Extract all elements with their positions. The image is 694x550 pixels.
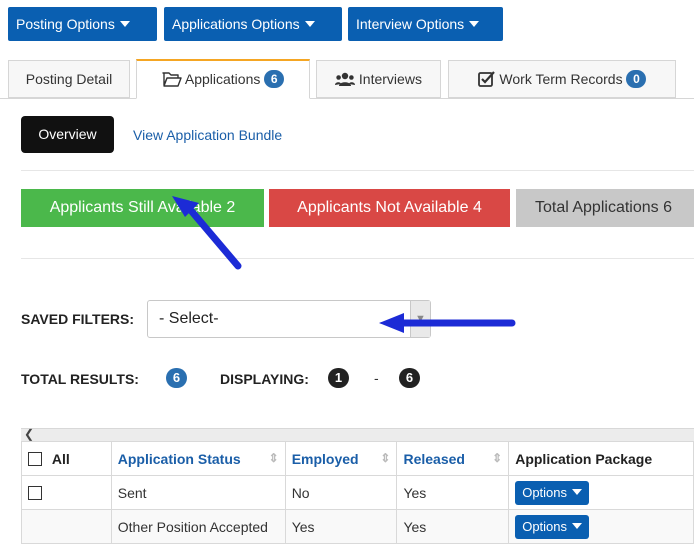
interview-options-button[interactable]: Interview Options xyxy=(348,7,503,41)
select-all-checkbox[interactable] xyxy=(28,451,42,466)
sort-icon: ⇕ xyxy=(492,450,503,465)
divider xyxy=(21,170,694,171)
employed-cell: Yes xyxy=(284,509,398,544)
overview-button[interactable]: Overview xyxy=(21,116,114,153)
caret-down-icon xyxy=(304,21,315,27)
table-header-row: All Application Status ⇕ Employed ⇕ Releas… xyxy=(21,441,694,476)
total-results-label: TOTAL RESULTS: xyxy=(21,371,139,387)
total-applications-button[interactable]: Total Applications 6 xyxy=(516,189,694,227)
displaying-separator: - xyxy=(374,370,379,386)
applicants-still-available-button[interactable]: Applicants Still Available 2 xyxy=(21,189,264,227)
tab-label: Interviews xyxy=(358,71,422,87)
caret-down-icon xyxy=(572,488,583,495)
released-cell: Yes xyxy=(396,475,510,510)
scroll-left-icon[interactable]: ❮ xyxy=(24,427,34,441)
table-row: Sent No Yes Options xyxy=(21,475,694,510)
divider xyxy=(21,258,694,259)
saved-filters-select[interactable]: - Select- ▼ xyxy=(147,300,431,338)
applications-options-label: Applications Options xyxy=(172,16,300,32)
row-options-button[interactable]: Options xyxy=(515,514,590,539)
applications-options-button[interactable]: Applications Options xyxy=(164,7,342,41)
horizontal-scrollbar[interactable]: ❮ xyxy=(21,427,694,442)
column-label: Application Package xyxy=(515,450,653,467)
saved-filters-value: - Select- xyxy=(159,310,219,327)
caret-down-icon xyxy=(119,21,130,27)
column-header-application-package: Application Package xyxy=(508,441,694,476)
tab-label: Work Term Records xyxy=(499,71,623,87)
package-cell: Options xyxy=(508,509,694,544)
column-header-employed[interactable]: Employed ⇕ xyxy=(284,441,398,476)
column-label: Employed xyxy=(291,450,359,467)
interview-options-label: Interview Options xyxy=(356,16,465,32)
saved-filters-label: SAVED FILTERS: xyxy=(21,311,135,327)
posting-options-button[interactable]: Posting Options xyxy=(8,7,157,41)
folder-open-icon xyxy=(162,72,182,87)
package-cell: Options xyxy=(508,475,694,510)
applications-count-badge: 6 xyxy=(264,70,285,88)
select-arrow-icon: ▼ xyxy=(410,301,430,337)
applications-table: All Application Status ⇕ Employed ⇕ Releas… xyxy=(21,441,694,544)
tab-work-term-records[interactable]: Work Term Records 0 xyxy=(448,60,676,98)
tabs-divider xyxy=(0,98,694,99)
column-label: Released xyxy=(403,450,465,467)
users-icon xyxy=(335,72,356,86)
options-label: Options xyxy=(522,484,568,500)
tab-label: Posting Detail xyxy=(25,71,113,87)
status-cell: Sent xyxy=(110,475,286,510)
column-header-released[interactable]: Released ⇕ xyxy=(396,441,510,476)
options-label: Options xyxy=(522,518,568,534)
caret-down-icon xyxy=(469,21,480,27)
released-cell: Yes xyxy=(396,509,510,544)
checkbox-check-icon xyxy=(477,71,495,87)
select-all-label: All xyxy=(51,450,70,467)
row-select-cell xyxy=(21,509,112,544)
sort-icon: ⇕ xyxy=(268,450,279,465)
row-checkbox[interactable] xyxy=(28,485,42,500)
caret-down-icon xyxy=(572,522,583,529)
applicants-not-available-button[interactable]: Applicants Not Available 4 xyxy=(269,189,510,227)
tab-posting-detail[interactable]: Posting Detail xyxy=(8,60,130,98)
column-label: Application Status xyxy=(117,450,241,467)
posting-options-label: Posting Options xyxy=(16,16,115,32)
displaying-to-count: 6 xyxy=(399,368,420,388)
total-results-count: 6 xyxy=(166,368,187,388)
row-select-cell xyxy=(21,475,112,510)
view-application-bundle-link[interactable]: View Application Bundle xyxy=(133,127,282,143)
work-term-count-badge: 0 xyxy=(626,70,647,88)
select-all-header[interactable]: All xyxy=(21,441,112,476)
tab-label: Applications xyxy=(184,71,261,87)
row-options-button[interactable]: Options xyxy=(515,480,590,505)
status-cell: Other Position Accepted xyxy=(110,509,286,544)
sort-icon: ⇕ xyxy=(380,450,391,465)
displaying-label: DISPLAYING: xyxy=(220,371,309,387)
column-header-application-status[interactable]: Application Status ⇕ xyxy=(110,441,286,476)
employed-cell: No xyxy=(284,475,398,510)
tab-interviews[interactable]: Interviews xyxy=(316,60,441,98)
tab-applications[interactable]: Applications 6 xyxy=(136,59,310,99)
table-row: Other Position Accepted Yes Yes Options xyxy=(21,509,694,544)
displaying-from-count: 1 xyxy=(328,368,349,388)
